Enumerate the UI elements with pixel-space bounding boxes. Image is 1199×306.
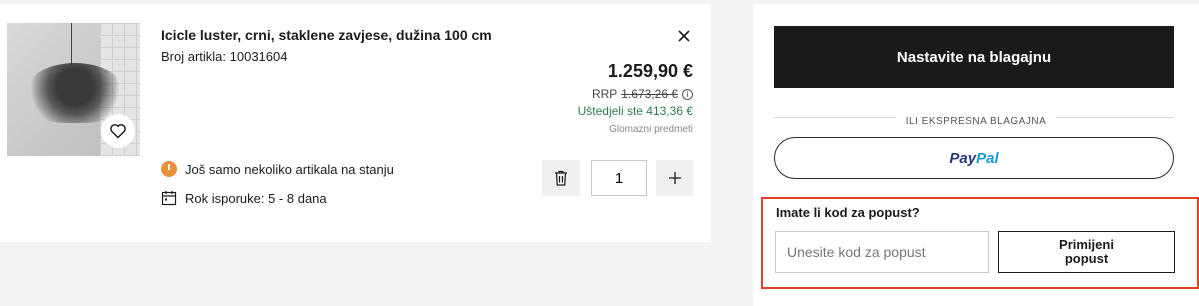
calendar-icon (161, 191, 177, 206)
express-checkout-label-row: ILI EKSPRESNA BLAGAJNA (753, 111, 1199, 129)
promo-code-input[interactable] (775, 231, 989, 273)
paypal-logo-part1: Pay (949, 149, 977, 167)
heart-icon (110, 124, 126, 139)
rrp-value: 1.673,26 € (621, 87, 678, 101)
product-price: 1.259,90 € (607, 61, 693, 81)
clock-icon (161, 161, 177, 177)
product-image[interactable] (7, 23, 140, 156)
product-title[interactable]: Icicle luster, crni, staklene zavjese, d… (161, 27, 492, 43)
rrp-line: RRP 1.673,26 € i (592, 87, 693, 101)
express-checkout-label: ILI EKSPRESNA BLAGAJNA (895, 116, 1057, 127)
cart-item-card: Icicle luster, crni, staklene zavjese, d… (0, 4, 711, 242)
close-icon[interactable] (675, 27, 693, 45)
trash-icon (555, 170, 567, 186)
delivery-text: Rok isporuke: 5 - 8 dana (185, 190, 327, 206)
savings-text: Uštedjeli ste 413,36 € (577, 104, 693, 118)
remove-item-button[interactable] (542, 160, 580, 196)
product-image-wire (71, 23, 72, 65)
info-icon[interactable]: i (682, 88, 693, 100)
product-sku: Broj artikla: 10031604 (161, 49, 288, 64)
promo-code-section: Imate li kod za popust? Primijeni popust (761, 197, 1199, 289)
rrp-label: RRP (591, 87, 618, 101)
stock-text: Još samo nekoliko artikala na stanju (185, 161, 394, 177)
plus-icon (668, 172, 681, 184)
product-image-chandelier (25, 63, 125, 123)
shipping-category: Glomazni predmeti (609, 124, 693, 135)
apply-promo-button[interactable]: Primijeni popust (998, 231, 1175, 273)
checkout-button[interactable]: Nastavite na blagajnu (774, 26, 1174, 88)
paypal-logo-part2: Pal (976, 149, 999, 167)
favorite-button[interactable] (101, 114, 135, 148)
increase-quantity-button[interactable] (656, 160, 693, 196)
paypal-button[interactable]: Pay Pal (774, 137, 1174, 179)
stock-notice: Još samo nekoliko artikala na stanju (161, 161, 394, 177)
promo-code-label: Imate li kod za popust? (776, 205, 920, 220)
quantity-input[interactable] (591, 160, 647, 196)
delivery-notice: Rok isporuke: 5 - 8 dana (161, 190, 327, 206)
